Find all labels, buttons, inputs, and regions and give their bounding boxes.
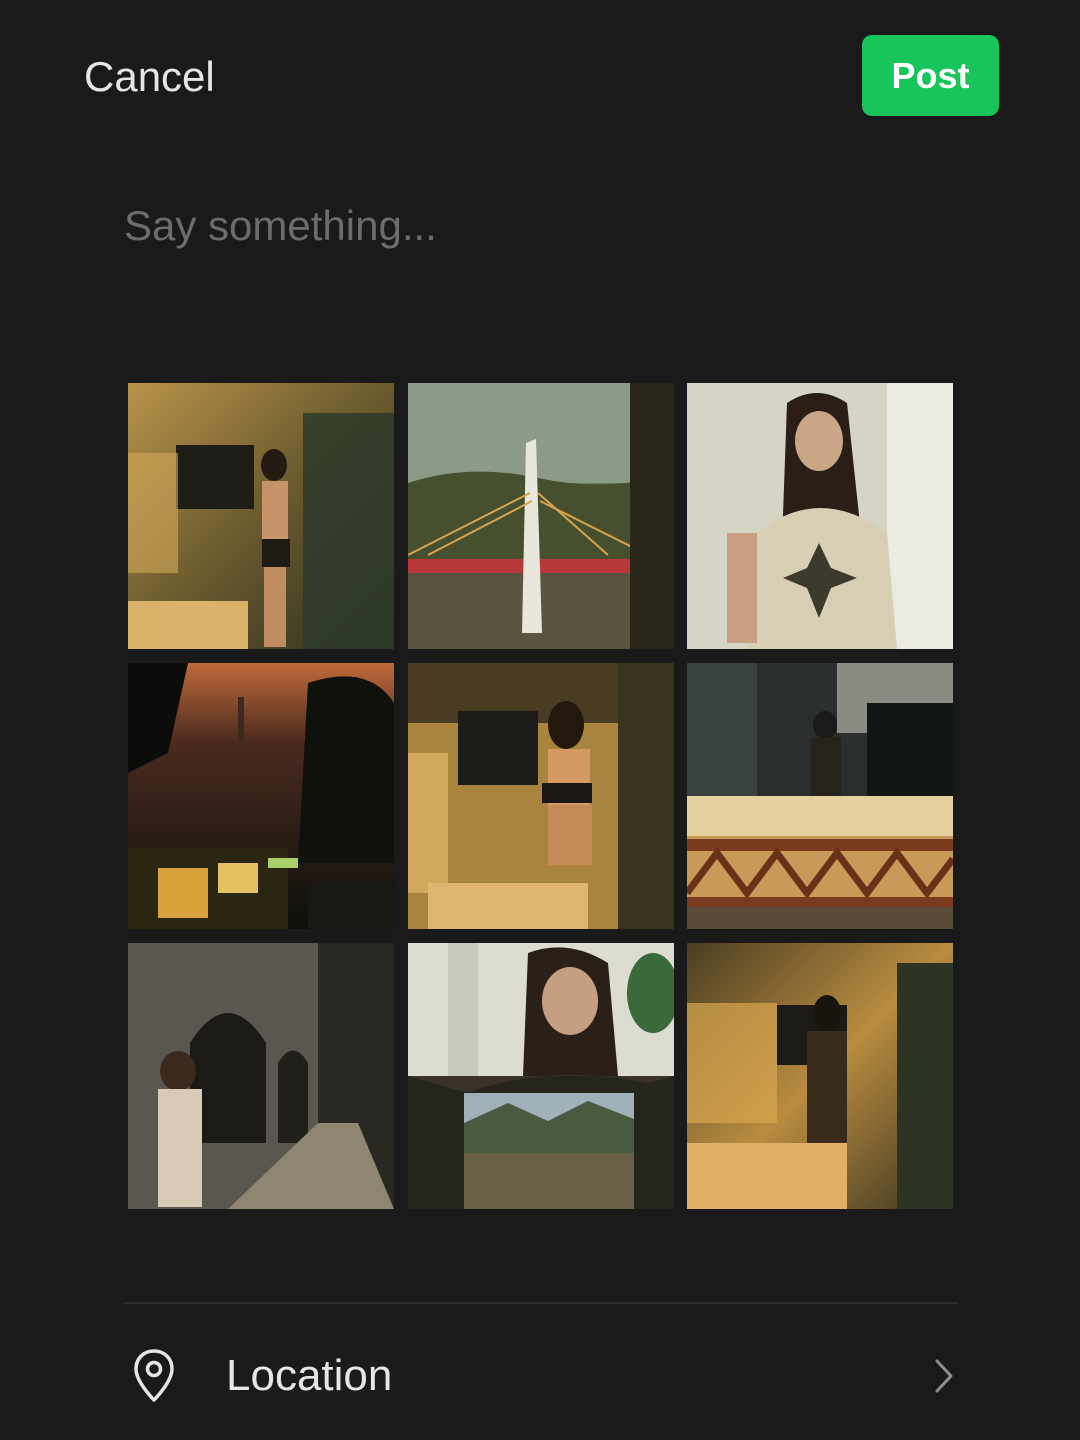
chevron-right-icon xyxy=(935,1359,953,1393)
map-pin-icon xyxy=(134,1349,174,1402)
photo-thumbnail[interactable] xyxy=(128,383,394,649)
photo-city-bridge-collage xyxy=(687,663,953,929)
photo-woman-mountains-collage xyxy=(408,943,674,1209)
photo-woman-glasses xyxy=(687,383,953,649)
location-label: Location xyxy=(226,1351,393,1400)
photo-thumbnail[interactable] xyxy=(687,383,953,649)
divider xyxy=(124,1302,958,1304)
location-row[interactable]: Location xyxy=(124,1330,958,1420)
photo-thumbnail[interactable] xyxy=(408,943,674,1209)
photo-bridge-pylon xyxy=(408,383,674,649)
photo-kitchen-silhouette xyxy=(687,943,953,1209)
photo-grid xyxy=(128,383,954,1209)
photo-girl-kitchen xyxy=(128,383,394,649)
photo-thumbnail[interactable] xyxy=(687,663,953,929)
photo-thumbnail[interactable] xyxy=(128,943,394,1209)
photo-dusk-street xyxy=(128,663,394,929)
photo-thumbnail[interactable] xyxy=(128,663,394,929)
photo-girl-kitchen-closeup xyxy=(408,663,674,929)
photo-thumbnail[interactable] xyxy=(408,383,674,649)
post-button[interactable]: Post xyxy=(862,35,999,116)
post-composer-screen: Cancel Post Say something... Location xyxy=(0,0,1080,1440)
photo-thumbnail[interactable] xyxy=(408,663,674,929)
photo-alley-arches xyxy=(128,943,394,1209)
photo-thumbnail[interactable] xyxy=(687,943,953,1209)
cancel-button[interactable]: Cancel xyxy=(84,52,215,102)
caption-input[interactable] xyxy=(124,196,954,256)
